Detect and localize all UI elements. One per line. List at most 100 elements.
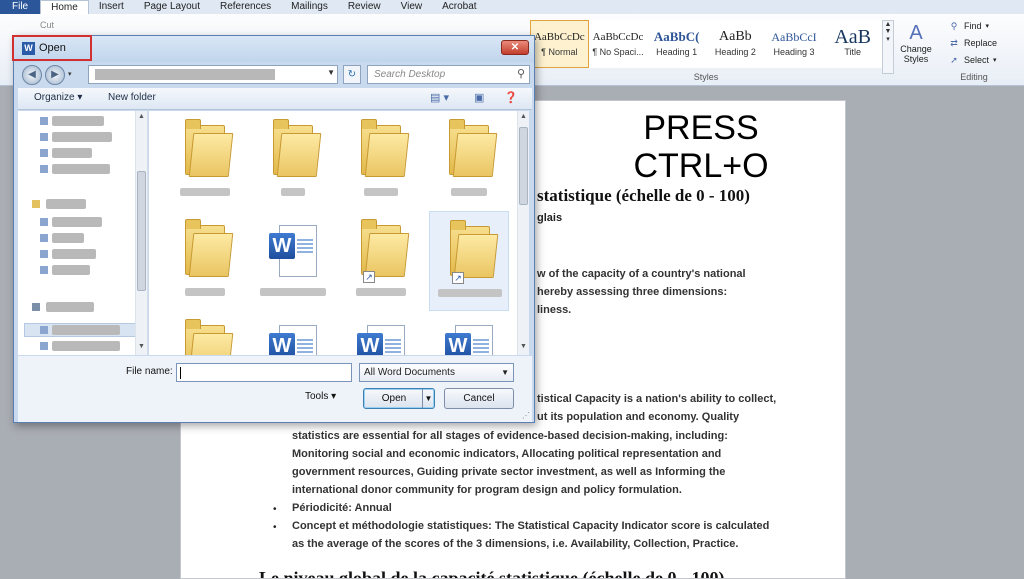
nav-item[interactable] bbox=[52, 164, 110, 174]
folder-item[interactable] bbox=[253, 111, 333, 211]
dialog-bottom: File name: All Word Documents ▼ Tools ▾ … bbox=[18, 356, 532, 422]
back-button[interactable]: ◀ bbox=[22, 65, 42, 85]
doc-line: government resources, Guiding private se… bbox=[292, 466, 726, 478]
navigation-pane[interactable]: ▲ ▼ bbox=[18, 111, 148, 355]
nav-item[interactable] bbox=[52, 148, 92, 158]
new-folder-button[interactable]: New folder bbox=[108, 92, 156, 103]
change-styles-button[interactable]: A Change Styles bbox=[897, 22, 935, 64]
address-dropdown-icon[interactable]: ▼ bbox=[327, 68, 335, 77]
file-name-label: File name: bbox=[126, 366, 173, 377]
recent-locations-icon[interactable]: ▾ bbox=[68, 70, 72, 78]
favorite-icon bbox=[40, 117, 48, 125]
search-placeholder: Search Desktop bbox=[374, 69, 446, 80]
tab-references[interactable]: References bbox=[210, 0, 281, 14]
find-icon: ⚲ bbox=[950, 21, 958, 31]
folder-item[interactable] bbox=[165, 211, 245, 311]
folder-icon bbox=[361, 219, 410, 279]
style-heading-2[interactable]: AaBb Heading 2 bbox=[706, 20, 765, 68]
select-button[interactable]: ➚ Select ▾ bbox=[944, 52, 1024, 69]
tab-insert[interactable]: Insert bbox=[89, 0, 134, 14]
cut-button[interactable]: Cut bbox=[40, 20, 54, 30]
doc-line: tistical Capacity is a nation's ability … bbox=[537, 393, 777, 405]
help-icon[interactable]: ❓ bbox=[504, 91, 518, 104]
organize-button[interactable]: Organize ▾ bbox=[34, 92, 82, 103]
file-list-scrollbar[interactable]: ▲ ▼ bbox=[517, 111, 529, 355]
address-bar[interactable]: ▼ bbox=[88, 65, 338, 84]
folder-item[interactable] bbox=[165, 111, 245, 211]
tab-file[interactable]: File bbox=[0, 0, 41, 14]
folder-item[interactable] bbox=[429, 111, 509, 211]
refresh-icon: ↻ bbox=[347, 69, 357, 80]
forward-button[interactable]: ▶ bbox=[45, 65, 65, 85]
nav-item[interactable] bbox=[52, 341, 120, 351]
bullet-icon: • bbox=[273, 504, 277, 515]
dialog-title-bar[interactable]: W Open ✕ bbox=[12, 35, 534, 62]
nav-scrollbar[interactable]: ▲ ▼ bbox=[135, 111, 147, 355]
word-document-item[interactable]: W bbox=[429, 311, 509, 355]
word-document-item[interactable]: W bbox=[341, 311, 421, 355]
nav-scroll-thumb[interactable] bbox=[137, 171, 146, 291]
file-list-scroll-thumb[interactable] bbox=[519, 127, 528, 205]
nav-item[interactable] bbox=[52, 233, 84, 243]
tab-review[interactable]: Review bbox=[338, 0, 391, 14]
file-list[interactable]: W ↗ ↗ W W W bbox=[149, 111, 519, 355]
file-type-select[interactable]: All Word Documents ▼ bbox=[359, 363, 514, 382]
folder-shortcut-item-selected[interactable]: ↗ bbox=[429, 211, 509, 311]
nav-item[interactable] bbox=[46, 302, 94, 312]
tab-view[interactable]: View bbox=[391, 0, 433, 14]
style-heading-1[interactable]: AaBbC( Heading 1 bbox=[647, 20, 707, 68]
doc-line: international donor community for progra… bbox=[292, 484, 682, 496]
nav-item[interactable] bbox=[52, 132, 112, 142]
folder-item[interactable] bbox=[165, 311, 245, 355]
scroll-up-icon[interactable]: ▲ bbox=[136, 113, 147, 120]
change-styles-icon: A bbox=[909, 22, 923, 44]
replace-icon: ⇄ bbox=[950, 38, 958, 48]
style-title[interactable]: AaB Title bbox=[823, 20, 883, 68]
doc-heading: statistique (échelle de 0 - 100) bbox=[537, 186, 750, 205]
replace-button[interactable]: ⇄ Replace bbox=[944, 35, 1024, 52]
folder-shortcut-item[interactable]: ↗ bbox=[341, 211, 421, 311]
nav-item[interactable] bbox=[46, 199, 86, 209]
file-name-input[interactable] bbox=[176, 363, 352, 382]
nav-item[interactable] bbox=[52, 249, 96, 259]
refresh-button[interactable]: ↻ bbox=[343, 65, 361, 84]
nav-item[interactable] bbox=[52, 116, 104, 126]
find-button[interactable]: ⚲ Find ▾ bbox=[944, 18, 1024, 35]
search-input[interactable]: Search Desktop ⚲ bbox=[367, 65, 530, 84]
word-document-item[interactable]: W bbox=[253, 311, 333, 355]
resize-grip-icon[interactable]: ⋰ bbox=[522, 411, 530, 420]
nav-item[interactable] bbox=[52, 265, 90, 275]
scroll-up-icon[interactable]: ▲ bbox=[518, 113, 529, 120]
search-icon[interactable]: ⚲ bbox=[517, 66, 525, 83]
style-normal[interactable]: AaBbCcDc ¶ Normal bbox=[530, 20, 589, 68]
views-icon[interactable]: ▤ ▾ bbox=[430, 91, 449, 104]
nav-item[interactable] bbox=[52, 325, 120, 335]
tab-acrobat[interactable]: Acrobat bbox=[432, 0, 486, 14]
folder-item[interactable] bbox=[341, 111, 421, 211]
word-document-item[interactable]: W bbox=[253, 211, 333, 311]
drive-icon bbox=[40, 342, 48, 350]
tools-label: Tools bbox=[305, 391, 329, 402]
scroll-down-icon[interactable]: ▼ bbox=[136, 343, 147, 350]
scroll-down-icon[interactable]: ▼ bbox=[518, 343, 529, 350]
close-button[interactable]: ✕ bbox=[501, 40, 529, 55]
style-heading-3[interactable]: AaBbCcI Heading 3 bbox=[764, 20, 824, 68]
preview-pane-icon[interactable]: ▣ bbox=[474, 91, 484, 104]
tab-mailings[interactable]: Mailings bbox=[281, 0, 338, 14]
file-type-value: All Word Documents bbox=[364, 367, 455, 378]
styles-gallery-scroll[interactable]: ▲ ▼ ▾ bbox=[882, 20, 894, 74]
tools-button[interactable]: Tools ▾ bbox=[305, 391, 336, 402]
style-no-spacing[interactable]: AaBbCcDc ¶ No Spaci... bbox=[588, 20, 648, 68]
doc-line: hereby assessing three dimensions: bbox=[537, 286, 728, 298]
open-options-icon[interactable]: ▼ bbox=[422, 389, 434, 408]
chevron-down-icon: ▼ bbox=[501, 368, 509, 377]
tab-home[interactable]: Home bbox=[40, 0, 89, 14]
style-name: Title bbox=[844, 47, 862, 57]
tab-page-layout[interactable]: Page Layout bbox=[134, 0, 210, 14]
cancel-button[interactable]: Cancel bbox=[444, 388, 514, 409]
shortcut-arrow-icon: ↗ bbox=[452, 272, 464, 284]
address-row: ◀ ▶ ▾ ▼ ↻ Search Desktop ⚲ bbox=[18, 62, 532, 88]
open-button[interactable]: Open ▼ bbox=[363, 388, 435, 409]
file-name-redacted bbox=[429, 187, 509, 199]
nav-item[interactable] bbox=[52, 217, 102, 227]
